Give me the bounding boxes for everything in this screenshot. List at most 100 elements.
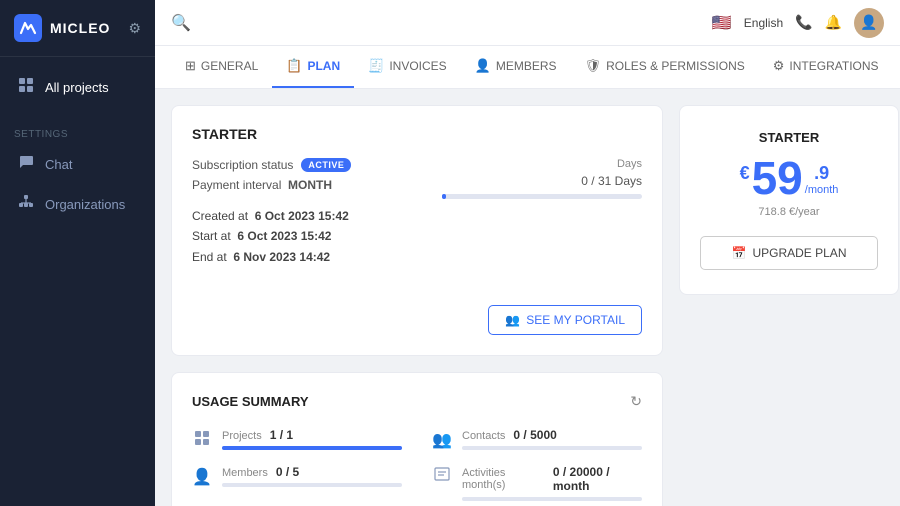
portail-icon: 👥 <box>505 313 520 327</box>
price-card: STARTER € 59 .9 /month 718.8 €/year 📅 UP… <box>679 105 899 295</box>
usage-projects-label: Projects <box>222 430 262 442</box>
invoices-tab-icon: 🧾 <box>368 58 384 74</box>
tabs-bar: ⊞ GENERAL 📋 PLAN 🧾 INVOICES 👤 MEMBERS 🛡 … <box>155 46 900 89</box>
tab-label: INVOICES <box>389 59 446 73</box>
price-card-title: STARTER <box>700 130 878 145</box>
usage-grid: Projects 1 / 1 👥 <box>192 428 642 506</box>
projects-icon <box>17 77 35 97</box>
start-value: 6 Oct 2023 15:42 <box>237 229 331 243</box>
usage-activities-icon <box>432 467 452 488</box>
usage-item-members: 👤 Members 0 / 5 <box>192 465 402 501</box>
usage-projects-icon <box>192 430 212 451</box>
price-period: /month <box>805 184 839 196</box>
usage-members-label: Members <box>222 467 268 479</box>
upgrade-plan-button[interactable]: 📅 UPGRADE PLAN <box>700 236 878 270</box>
created-label: Created at <box>192 209 248 223</box>
price-currency: € <box>740 163 750 184</box>
price-main: € 59 .9 /month <box>700 155 878 202</box>
usage-projects-fill <box>222 446 402 450</box>
sidebar-item-chat[interactable]: Chat <box>0 144 155 184</box>
sidebar-item-label: Chat <box>45 157 72 172</box>
usage-members-bar <box>222 483 402 487</box>
sidebar: MICLEO ⚙ All projects Settings Chat <box>0 0 155 506</box>
tab-label: MEMBERS <box>496 59 557 73</box>
created-value: 6 Oct 2023 15:42 <box>255 209 349 223</box>
end-label: End at <box>192 250 227 264</box>
active-badge: ACTIVE <box>301 158 351 172</box>
end-at: End at 6 Nov 2023 14:42 <box>192 247 351 267</box>
payment-value: MONTH <box>288 178 332 192</box>
usage-contacts-label: Contacts <box>462 430 505 442</box>
refresh-icon[interactable]: ↻ <box>630 393 642 410</box>
payment-label: Payment interval <box>192 178 281 192</box>
tab-label: INTEGRATIONS <box>789 59 878 73</box>
sidebar-nav: All projects <box>0 57 155 117</box>
usage-contacts-icon: 👥 <box>432 430 452 450</box>
organizations-icon <box>17 194 35 214</box>
bell-icon[interactable]: 🔔 <box>825 14 842 31</box>
usage-title: USAGE SUMMARY <box>192 394 309 409</box>
integrations-tab-icon: ⚙ <box>773 58 785 74</box>
phone-icon[interactable]: 📞 <box>795 14 812 31</box>
start-at: Start at 6 Oct 2023 15:42 <box>192 226 351 246</box>
flag-icon: 🇺🇸 <box>712 13 732 33</box>
sidebar-item-all-projects[interactable]: All projects <box>0 67 155 107</box>
created-at: Created at 6 Oct 2023 15:42 <box>192 206 351 226</box>
sidebar-item-label: All projects <box>45 80 109 95</box>
topbar-actions: 🇺🇸 English 📞 🔔 👤 <box>712 8 884 38</box>
end-value: 6 Nov 2023 14:42 <box>233 250 330 264</box>
tab-label: GENERAL <box>201 59 258 73</box>
days-value: 0 / 31 Days <box>422 174 642 188</box>
price-number: 59 <box>752 155 803 201</box>
members-tab-icon: 👤 <box>475 58 491 74</box>
usage-contacts-bar <box>462 446 642 450</box>
upgrade-btn-label: UPGRADE PLAN <box>752 246 846 260</box>
usage-item-projects: Projects 1 / 1 <box>192 428 402 451</box>
sidebar-item-label: Organizations <box>45 197 125 212</box>
settings-label: Settings <box>0 117 155 144</box>
sidebar-logo: MICLEO ⚙ <box>0 0 155 57</box>
topbar: 🔍 🇺🇸 English 📞 🔔 👤 <box>155 0 900 46</box>
usage-projects-bar <box>222 446 402 450</box>
subscription-label: Subscription status <box>192 158 293 172</box>
general-tab-icon: ⊞ <box>185 58 196 74</box>
days-progress-fill <box>442 194 446 199</box>
tab-general[interactable]: ⊞ GENERAL <box>171 46 272 88</box>
gear-icon[interactable]: ⚙ <box>128 20 141 37</box>
usage-activities-bar <box>462 497 642 501</box>
usage-projects-value: 1 / 1 <box>270 428 293 442</box>
main-area: 🔍 🇺🇸 English 📞 🔔 👤 ⊞ GENERAL 📋 PLAN 🧾 IN… <box>155 0 900 506</box>
tab-integrations[interactable]: ⚙ INTEGRATIONS <box>759 46 893 88</box>
page-content: STARTER Subscription status ACTIVE Payme… <box>155 89 900 506</box>
language-label: English <box>744 16 783 30</box>
price-yearly: 718.8 €/year <box>700 206 878 218</box>
see-portail-button[interactable]: 👥 SEE MY PORTAIL <box>488 305 642 335</box>
portail-btn-label: SEE MY PORTAIL <box>526 313 625 327</box>
starter-title: STARTER <box>192 126 642 142</box>
plan-tab-icon: 📋 <box>286 58 302 74</box>
tab-invoices[interactable]: 🧾 INVOICES <box>354 46 461 88</box>
chat-icon <box>17 154 35 174</box>
roles-tab-icon: 🛡 <box>585 58 602 74</box>
usage-item-activities: Activities month(s) 0 / 20000 / month <box>432 465 642 501</box>
usage-activities-label: Activities month(s) <box>462 467 545 491</box>
starter-card: STARTER Subscription status ACTIVE Payme… <box>171 105 663 356</box>
tab-label: PLAN <box>307 59 340 73</box>
usage-contacts-value: 0 / 5000 <box>513 428 556 442</box>
tab-plan[interactable]: 📋 PLAN <box>272 46 354 88</box>
usage-activities-value: 0 / 20000 / month <box>553 465 642 493</box>
logo-icon <box>14 14 42 42</box>
search-icon[interactable]: 🔍 <box>171 13 191 33</box>
start-label: Start at <box>192 229 231 243</box>
usage-card: USAGE SUMMARY ↻ <box>171 372 663 506</box>
days-label: Days <box>422 158 642 170</box>
tab-label: ROLES & PERMISSIONS <box>606 59 745 73</box>
tab-roles[interactable]: 🛡 ROLES & PERMISSIONS <box>571 46 759 88</box>
price-decimal: .9 <box>805 163 839 184</box>
days-progress-bar <box>442 194 642 199</box>
user-avatar[interactable]: 👤 <box>854 8 884 38</box>
tab-projects[interactable]: 📁 PROJECTS <box>893 46 900 88</box>
tab-members[interactable]: 👤 MEMBERS <box>461 46 571 88</box>
sidebar-item-organizations[interactable]: Organizations <box>0 184 155 224</box>
logo-text: MICLEO <box>50 20 110 36</box>
